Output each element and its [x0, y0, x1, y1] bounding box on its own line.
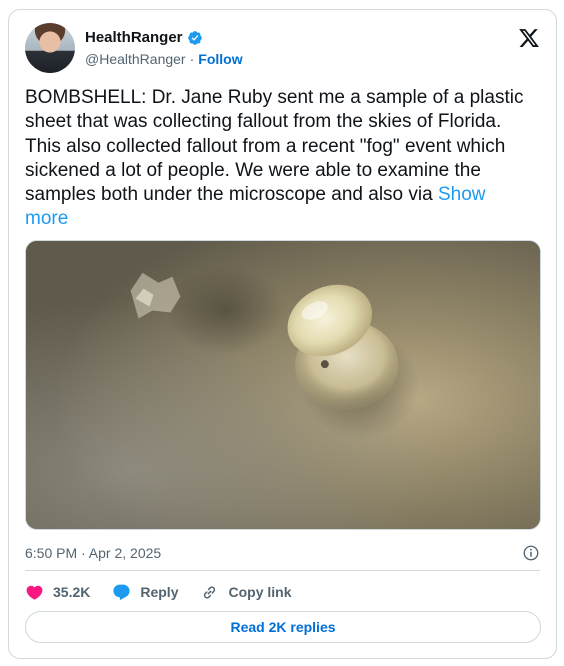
link-icon: [204, 585, 216, 599]
tweet-actions: 35.2K Reply Copy link: [25, 580, 314, 604]
reply-label: Reply: [140, 584, 179, 600]
author-handle-row: @HealthRanger · Follow: [85, 51, 243, 67]
avatar[interactable]: [25, 23, 75, 73]
tweet-header: HealthRanger @HealthRanger · Follow: [25, 23, 540, 75]
heart-icon: [26, 585, 43, 600]
author-name-row: HealthRanger: [85, 29, 203, 46]
x-logo-icon[interactable]: [518, 27, 540, 49]
author-handle[interactable]: @HealthRanger: [85, 51, 186, 67]
like-count: 35.2K: [53, 584, 91, 600]
tweet-timestamp[interactable]: 6:50 PM · Apr 2, 2025: [25, 545, 161, 561]
tweet-card: HealthRanger @HealthRanger · Follow BOMB…: [8, 9, 557, 659]
copy-link-label: Copy link: [228, 584, 292, 600]
reply-button[interactable]: Reply: [112, 583, 178, 602]
copy-link-button[interactable]: Copy link: [200, 583, 292, 602]
tweet-meta-row: 6:50 PM · Apr 2, 2025: [25, 542, 540, 564]
microscope-image: [26, 241, 540, 529]
verified-badge-icon: [187, 30, 202, 45]
speech-bubble-icon: [113, 584, 130, 600]
read-replies-button[interactable]: Read 2K replies: [25, 611, 541, 643]
follow-button[interactable]: Follow: [198, 51, 242, 67]
tweet-media-image[interactable]: [25, 240, 541, 530]
info-icon[interactable]: [522, 544, 540, 562]
like-button[interactable]: 35.2K: [25, 583, 90, 602]
read-replies-label: Read 2K replies: [230, 619, 336, 635]
handle-separator: ·: [189, 51, 195, 67]
divider: [25, 570, 540, 571]
tweet-text: BOMBSHELL: Dr. Jane Ruby sent me a sampl…: [25, 86, 530, 232]
author-display-name[interactable]: HealthRanger: [85, 29, 183, 46]
